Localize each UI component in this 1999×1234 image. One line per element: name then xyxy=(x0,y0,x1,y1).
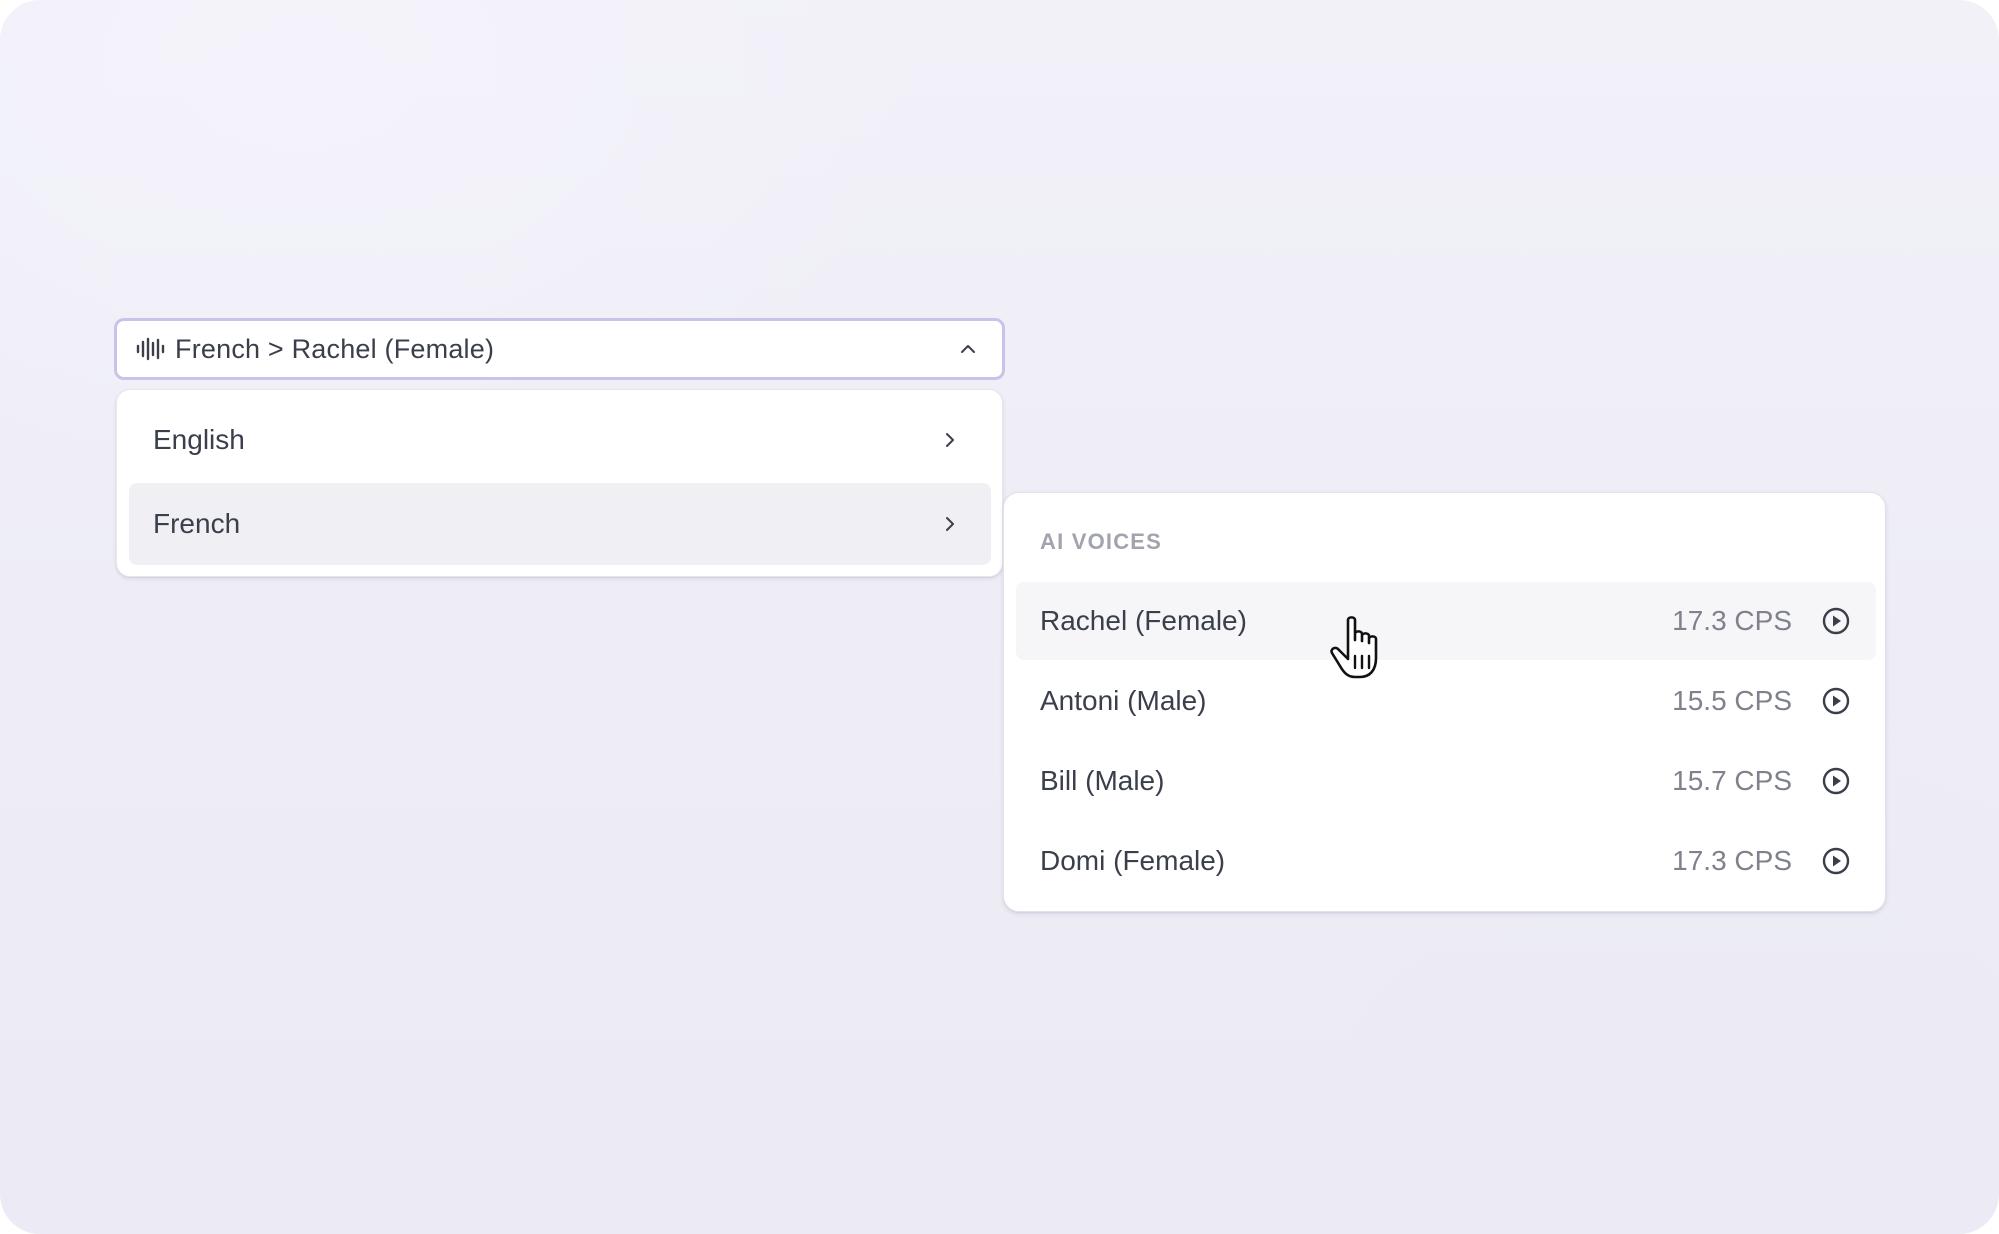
voice-item-domi[interactable]: Domi (Female) 17.3 CPS xyxy=(1016,822,1876,900)
selector-value: French > Rachel (Female) xyxy=(175,333,495,364)
background-canvas: French > Rachel (Female) English French xyxy=(0,0,1999,1234)
voice-cps: 17.3 CPS xyxy=(1672,845,1792,876)
voice-item-rachel[interactable]: Rachel (Female) 17.3 CPS xyxy=(1016,582,1876,660)
audio-wave-icon xyxy=(135,337,165,361)
chevron-right-icon xyxy=(939,513,961,535)
chevron-right-icon xyxy=(939,429,961,451)
section-title: AI VOICES xyxy=(1040,529,1163,554)
voice-item-antoni[interactable]: Antoni (Male) 15.5 CPS xyxy=(1016,662,1876,740)
language-menu: English French xyxy=(116,389,1003,577)
voice-name: Domi (Female) xyxy=(1040,845,1226,876)
language-label: English xyxy=(153,424,245,455)
language-label: French xyxy=(153,508,241,539)
voice-selector[interactable]: French > Rachel (Female) xyxy=(114,318,1005,380)
language-item-french[interactable]: French xyxy=(129,483,991,565)
voice-cps: 17.3 CPS xyxy=(1672,605,1792,636)
play-circle-icon[interactable] xyxy=(1820,605,1852,637)
language-item-english[interactable]: English xyxy=(129,399,991,481)
voice-name: Bill (Male) xyxy=(1040,765,1165,796)
play-circle-icon[interactable] xyxy=(1820,765,1852,797)
voices-menu: AI VOICES Rachel (Female) 17.3 CPS Anton… xyxy=(1003,492,1886,912)
play-circle-icon[interactable] xyxy=(1820,845,1852,877)
voice-item-bill[interactable]: Bill (Male) 15.7 CPS xyxy=(1016,742,1876,820)
play-circle-icon[interactable] xyxy=(1820,685,1852,717)
voice-cps: 15.7 CPS xyxy=(1672,765,1792,796)
voice-cps: 15.5 CPS xyxy=(1672,685,1792,716)
voice-name: Rachel (Female) xyxy=(1040,605,1247,636)
chevron-up-icon[interactable] xyxy=(956,337,980,361)
voice-name: Antoni (Male) xyxy=(1040,685,1207,716)
